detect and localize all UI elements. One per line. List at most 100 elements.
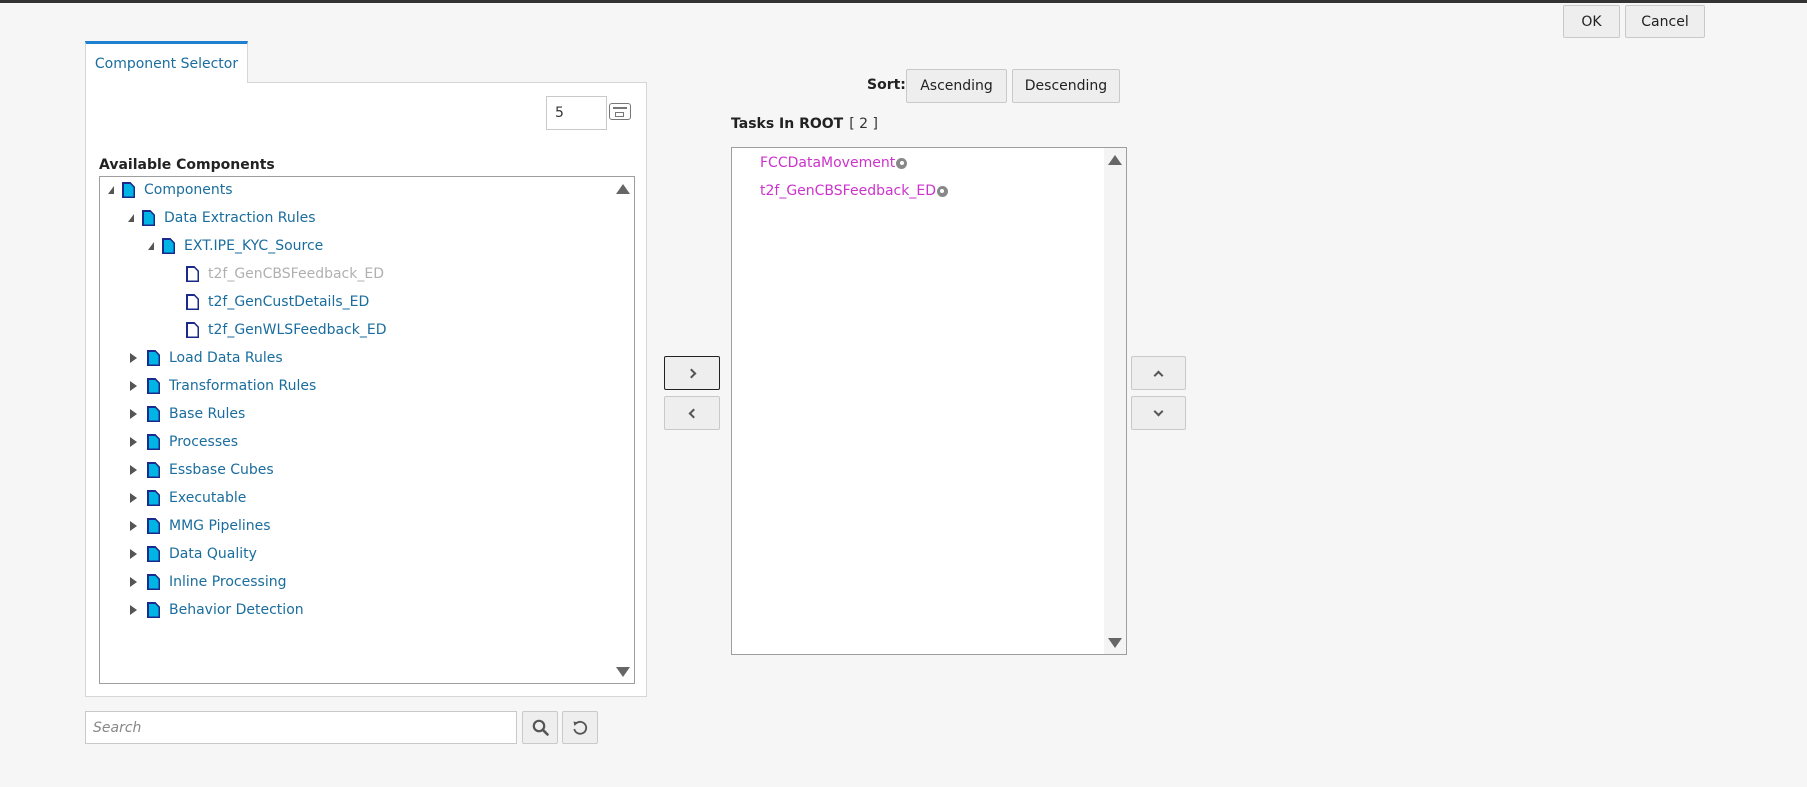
tree-scroll-up-icon[interactable] xyxy=(616,184,630,194)
cancel-button[interactable]: Cancel xyxy=(1625,5,1705,38)
tree-item-label[interactable]: t2f_GenCustDetails_ED xyxy=(208,294,369,310)
task-item[interactable]: t2f_GenCBSFeedback_ED xyxy=(760,180,948,202)
expanded-arrow-icon[interactable] xyxy=(148,242,154,250)
window-top-border xyxy=(0,0,1807,3)
collapsed-arrow-icon[interactable] xyxy=(130,577,137,587)
tasks-count: [ 2 ] xyxy=(849,116,878,132)
refresh-icon xyxy=(573,720,588,735)
tree-item-label[interactable]: Inline Processing xyxy=(169,574,286,590)
document-icon xyxy=(186,266,199,282)
tree-item[interactable]: Load Data Rules xyxy=(128,346,283,370)
folder-document-icon xyxy=(122,182,135,198)
tree-item[interactable]: Processes xyxy=(128,430,238,454)
gear-icon[interactable] xyxy=(936,185,948,197)
collapsed-arrow-icon[interactable] xyxy=(130,437,137,447)
page-size-apply-icon[interactable] xyxy=(609,103,631,120)
collapsed-arrow-icon[interactable] xyxy=(130,465,137,475)
search-input[interactable] xyxy=(85,711,517,744)
tree-item-label[interactable]: Base Rules xyxy=(169,406,245,422)
tasks-scroll-up-icon[interactable] xyxy=(1108,155,1122,165)
tree-item[interactable]: MMG Pipelines xyxy=(128,514,271,538)
move-up-button[interactable] xyxy=(1131,356,1186,390)
tree-item[interactable]: Data Extraction Rules xyxy=(128,206,316,230)
folder-document-icon xyxy=(147,574,160,590)
ok-button[interactable]: OK xyxy=(1563,5,1620,38)
tree-item[interactable]: Executable xyxy=(128,486,246,510)
expanded-arrow-icon[interactable] xyxy=(128,214,134,222)
tree-item-label[interactable]: Executable xyxy=(169,490,246,506)
folder-document-icon xyxy=(147,378,160,394)
tree-item-label[interactable]: Transformation Rules xyxy=(169,378,316,394)
collapsed-arrow-icon[interactable] xyxy=(130,521,137,531)
available-components-title: Available Components xyxy=(99,157,275,173)
tree-scroll-down-icon[interactable] xyxy=(616,667,630,677)
component-tree[interactable]: Components Data Extraction Rules EXT.IPE_K… xyxy=(99,176,635,684)
tree-item[interactable]: Essbase Cubes xyxy=(128,458,274,482)
tab-component-selector[interactable]: Component Selector xyxy=(85,41,248,83)
tree-item-label[interactable]: EXT.IPE_KYC_Source xyxy=(184,238,323,254)
document-icon xyxy=(186,322,199,338)
tree-item-label[interactable]: Load Data Rules xyxy=(169,350,283,366)
tasks-scroll-down-icon[interactable] xyxy=(1108,638,1122,648)
expanded-arrow-icon[interactable] xyxy=(108,186,114,194)
sort-label: Sort: xyxy=(867,77,906,93)
tasks-scrollbar[interactable] xyxy=(1104,148,1126,654)
tree-item-label[interactable]: MMG Pipelines xyxy=(169,518,271,534)
tree-item[interactable]: Inline Processing xyxy=(128,570,286,594)
folder-document-icon xyxy=(147,462,160,478)
tree-item-label[interactable]: t2f_GenCBSFeedback_ED xyxy=(208,266,384,282)
chevron-up-icon xyxy=(1153,370,1164,380)
tree-item[interactable]: t2f_GenWLSFeedback_ED xyxy=(168,318,387,342)
sort-descending-button[interactable]: Descending xyxy=(1012,69,1120,103)
folder-document-icon xyxy=(147,350,160,366)
tree-item[interactable]: Transformation Rules xyxy=(128,374,316,398)
chevron-down-icon xyxy=(1153,406,1164,416)
add-task-button[interactable] xyxy=(664,356,720,390)
tree-item[interactable]: t2f_GenCustDetails_ED xyxy=(168,290,369,314)
sort-ascending-button[interactable]: Ascending xyxy=(906,69,1007,103)
tree-item-label[interactable]: Behavior Detection xyxy=(169,602,304,618)
tree-item[interactable]: Components xyxy=(108,178,233,202)
tree-item[interactable]: EXT.IPE_KYC_Source xyxy=(148,234,323,258)
tasks-header: Tasks In ROOT [ 2 ] xyxy=(731,116,878,132)
collapsed-arrow-icon[interactable] xyxy=(130,605,137,615)
tasks-list[interactable]: FCCDataMovement t2f_GenCBSFeedback_ED xyxy=(731,147,1127,655)
tree-item-label[interactable]: Components xyxy=(144,182,233,198)
collapsed-arrow-icon[interactable] xyxy=(130,493,137,503)
task-item-label[interactable]: t2f_GenCBSFeedback_ED xyxy=(760,183,936,199)
folder-document-icon xyxy=(147,490,160,506)
search-button[interactable] xyxy=(522,711,558,744)
tree-item-label[interactable]: t2f_GenWLSFeedback_ED xyxy=(208,322,387,338)
tree-item[interactable]: t2f_GenCBSFeedback_ED xyxy=(168,262,384,286)
remove-task-button[interactable] xyxy=(664,396,720,430)
collapsed-arrow-icon[interactable] xyxy=(130,549,137,559)
tree-item-label[interactable]: Data Quality xyxy=(169,546,257,562)
collapsed-arrow-icon[interactable] xyxy=(130,409,137,419)
tree-item-label[interactable]: Processes xyxy=(169,434,238,450)
gear-icon[interactable] xyxy=(896,157,908,169)
task-item-label[interactable]: FCCDataMovement xyxy=(760,155,895,171)
chevron-right-icon xyxy=(686,368,696,378)
tree-item[interactable]: Base Rules xyxy=(128,402,245,426)
chevron-left-icon xyxy=(688,408,698,418)
reset-button[interactable] xyxy=(562,711,598,744)
move-down-button[interactable] xyxy=(1131,396,1186,430)
folder-document-icon xyxy=(147,434,160,450)
tree-item[interactable]: Data Quality xyxy=(128,542,257,566)
tree-item-label[interactable]: Essbase Cubes xyxy=(169,462,274,478)
tree-item-label[interactable]: Data Extraction Rules xyxy=(164,210,316,226)
tree-item[interactable]: Behavior Detection xyxy=(128,598,304,622)
folder-document-icon xyxy=(147,546,160,562)
folder-document-icon xyxy=(142,210,155,226)
collapsed-arrow-icon[interactable] xyxy=(130,353,137,363)
task-item[interactable]: FCCDataMovement xyxy=(760,152,908,174)
folder-document-icon xyxy=(147,518,160,534)
document-icon xyxy=(186,294,199,310)
search-icon xyxy=(532,719,549,736)
folder-document-icon xyxy=(162,238,175,254)
page-size-input[interactable]: 5 xyxy=(546,96,607,130)
folder-document-icon xyxy=(147,602,160,618)
collapsed-arrow-icon[interactable] xyxy=(130,381,137,391)
tasks-title: Tasks In ROOT xyxy=(731,116,844,132)
folder-document-icon xyxy=(147,406,160,422)
